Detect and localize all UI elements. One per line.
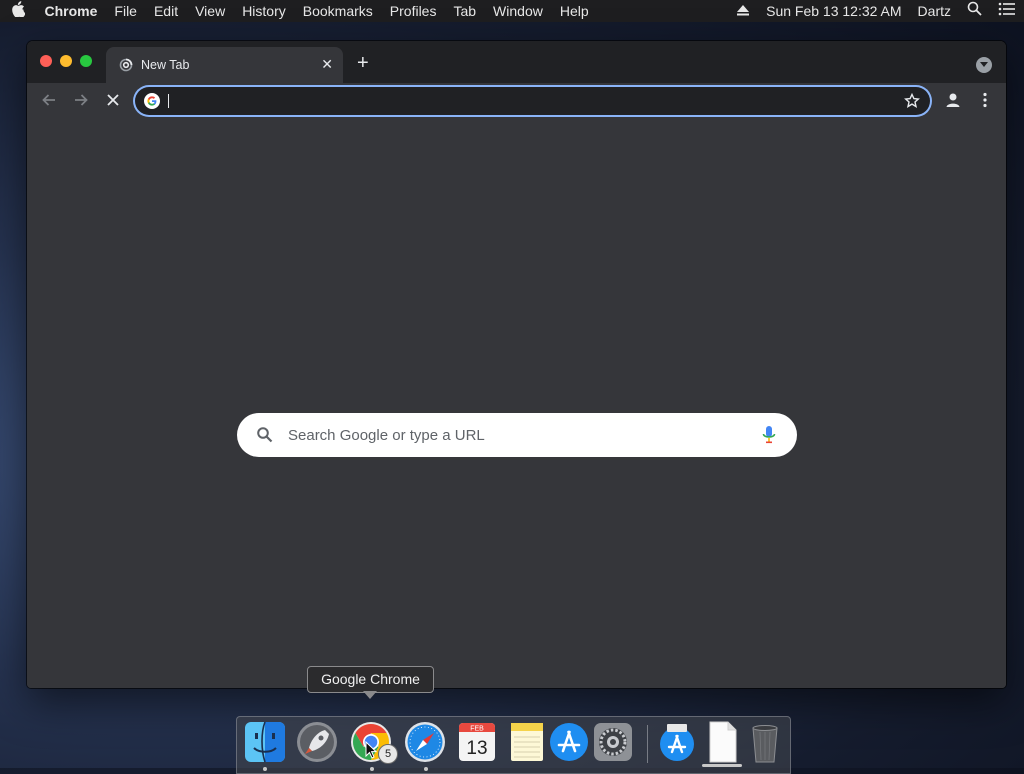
dock-divider [647, 725, 648, 763]
profile-avatar-icon[interactable] [944, 91, 962, 109]
downloads-stack-icon[interactable] [655, 720, 699, 764]
menu-app-name[interactable]: Chrome [36, 0, 106, 22]
menu-edit[interactable]: Edit [145, 0, 186, 22]
tab-strip: New Tab ✕ + [27, 41, 1006, 83]
menu-bookmarks[interactable]: Bookmarks [294, 0, 381, 22]
forward-button[interactable] [71, 90, 91, 110]
address-bar[interactable] [135, 87, 930, 115]
calendar-month: FEB [470, 726, 484, 733]
system-preferences-icon[interactable] [591, 720, 635, 764]
stop-loading-button[interactable] [103, 90, 123, 110]
menubar-clock[interactable]: Sun Feb 13 12:32 AM [758, 0, 909, 22]
notification-center-icon[interactable] [990, 0, 1024, 22]
safari-icon[interactable] [403, 720, 447, 764]
chrome-menu-icon[interactable] [979, 91, 991, 109]
window-minimize-button[interactable] [60, 55, 72, 67]
bookmark-star-icon[interactable] [904, 92, 920, 109]
chrome-badge: 5 [378, 744, 398, 764]
text-caret [168, 94, 169, 108]
spotlight-search-icon[interactable] [959, 0, 990, 22]
loading-spinner-icon [119, 58, 133, 72]
menu-tab[interactable]: Tab [445, 0, 485, 22]
notes-icon[interactable] [505, 720, 549, 764]
document-indicator [702, 764, 742, 767]
dock-tooltip-arrow [363, 691, 377, 699]
google-g-icon [144, 93, 160, 109]
new-tab-page: Search Google or type a URL [27, 117, 1006, 688]
new-tab-button[interactable]: + [357, 53, 369, 73]
back-button[interactable] [39, 90, 59, 110]
menu-window[interactable]: Window [485, 0, 552, 22]
calendar-icon[interactable]: FEB 13 [455, 720, 499, 764]
mouse-cursor-icon [365, 740, 378, 764]
document-icon[interactable] [701, 720, 745, 764]
menu-profiles[interactable]: Profiles [381, 0, 445, 22]
dock: 5 FEB 13 [236, 716, 791, 774]
ntp-search-box[interactable]: Search Google or type a URL [237, 413, 797, 457]
omnibox-input[interactable] [167, 91, 891, 113]
window-close-button[interactable] [40, 55, 52, 67]
eject-icon[interactable] [728, 0, 758, 22]
browser-toolbar [27, 83, 1006, 117]
trash-icon[interactable] [743, 720, 787, 764]
search-placeholder: Search Google or type a URL [288, 427, 485, 444]
menu-file[interactable]: File [106, 0, 146, 22]
menubar-user[interactable]: Dartz [910, 0, 959, 22]
dock-tooltip: Google Chrome [307, 666, 434, 693]
chrome-window: New Tab ✕ + Search Google or type a URL [27, 41, 1006, 688]
window-zoom-button[interactable] [80, 55, 92, 67]
tab-new-tab[interactable]: New Tab ✕ [106, 47, 343, 83]
tab-search-button[interactable] [976, 57, 992, 73]
search-icon [256, 426, 274, 444]
app-store-icon[interactable] [547, 720, 591, 764]
launchpad-icon[interactable] [295, 720, 339, 764]
apple-menu-icon[interactable] [0, 1, 36, 21]
menu-view[interactable]: View [187, 0, 234, 22]
voice-search-mic-icon[interactable] [762, 425, 776, 445]
tab-title: New Tab [141, 58, 190, 72]
tab-close-icon[interactable]: ✕ [321, 56, 333, 73]
menu-history[interactable]: History [234, 0, 295, 22]
menu-bar: Chrome File Edit View History Bookmarks … [0, 0, 1024, 22]
finder-icon[interactable] [243, 720, 287, 764]
menu-help[interactable]: Help [551, 0, 597, 22]
calendar-day: 13 [466, 738, 487, 759]
